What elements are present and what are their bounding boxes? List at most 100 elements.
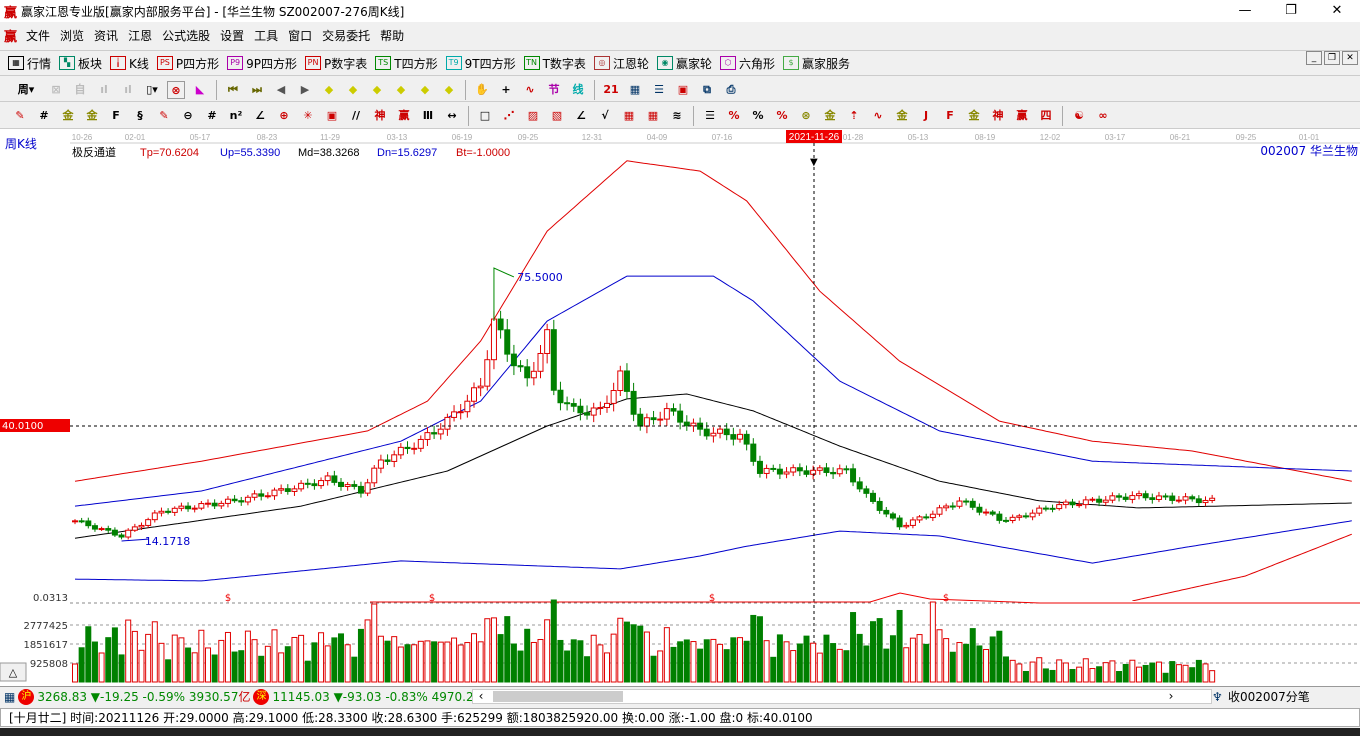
cycle-icon[interactable]: 线 bbox=[569, 81, 587, 99]
gold2-tool-icon[interactable]: 金 bbox=[83, 107, 101, 125]
zoom-out-icon[interactable]: ◆ bbox=[440, 81, 458, 99]
toolbar-button[interactable]: ▚ 板块 bbox=[59, 55, 102, 72]
chart3-icon[interactable]: ıl bbox=[95, 81, 113, 99]
toolbar-button[interactable]: $ 赢家服务 bbox=[782, 55, 850, 72]
menu-item[interactable]: 设置 bbox=[215, 27, 249, 44]
gold6-tool-icon[interactable]: 金 bbox=[965, 107, 983, 125]
n2-tool-icon[interactable]: n² bbox=[227, 107, 245, 125]
period-dropdown[interactable]: 周▾ bbox=[11, 81, 41, 99]
move-right-icon[interactable]: ◆ bbox=[344, 81, 362, 99]
pen-tool-icon[interactable]: ✎ bbox=[11, 107, 29, 125]
close-button[interactable]: ✕ bbox=[1314, 0, 1360, 22]
infinity-tool-icon[interactable]: ∞ bbox=[1094, 107, 1112, 125]
list-tool-icon[interactable]: ☰ bbox=[701, 107, 719, 125]
calculator-icon[interactable]: ▦ bbox=[626, 81, 644, 99]
fan-tool-icon[interactable]: ⋰ bbox=[500, 107, 518, 125]
gold1-tool-icon[interactable]: 金 bbox=[59, 107, 77, 125]
para-tool-icon[interactable]: ≋ bbox=[668, 107, 686, 125]
box3-tool-icon[interactable]: ▧ bbox=[548, 107, 566, 125]
move-left-icon[interactable]: ◆ bbox=[320, 81, 338, 99]
expand-icon[interactable]: ◆ bbox=[368, 81, 386, 99]
next-icon[interactable]: ▶ bbox=[296, 81, 314, 99]
toolbar-button[interactable]: ╽ K线 bbox=[110, 55, 149, 72]
calendar-icon[interactable]: 21 bbox=[602, 81, 620, 99]
quotes-table-icon[interactable]: ▦ bbox=[4, 690, 15, 704]
overlay-icon[interactable]: ⊠ bbox=[47, 81, 65, 99]
save-icon[interactable]: ▣ bbox=[674, 81, 692, 99]
self-select-icon[interactable]: 自 bbox=[71, 81, 89, 99]
grid2-tool-icon[interactable]: ▦ bbox=[620, 107, 638, 125]
j-tool-icon[interactable]: J bbox=[917, 107, 935, 125]
maximize-button[interactable]: ❐ bbox=[1268, 0, 1314, 22]
rocket-tool-icon[interactable]: ⇡ bbox=[845, 107, 863, 125]
notes-icon[interactable]: ☰ bbox=[650, 81, 668, 99]
zoom-in-icon[interactable]: ◆ bbox=[416, 81, 434, 99]
god2-tool-icon[interactable]: 神 bbox=[989, 107, 1007, 125]
toolbar-button[interactable]: ▦ 行情 bbox=[8, 55, 51, 72]
gold3-tool-icon[interactable]: ⊛ bbox=[797, 107, 815, 125]
restore-right-icon[interactable]: ⊗ bbox=[167, 80, 185, 99]
menu-item[interactable]: 帮助 bbox=[375, 27, 409, 44]
ticker-scrollbar[interactable]: ‹ › bbox=[472, 689, 1212, 704]
menu-item[interactable]: 交易委托 bbox=[317, 27, 375, 44]
section-icon[interactable]: 节 bbox=[545, 81, 563, 99]
print-icon[interactable]: ⎙ bbox=[722, 81, 740, 99]
width-tool-icon[interactable]: ↔ bbox=[443, 107, 461, 125]
network-icon[interactable]: ⧉ bbox=[698, 81, 716, 99]
toolbar-button[interactable]: PS P四方形 bbox=[156, 55, 219, 72]
spiral-tool-icon[interactable]: § bbox=[131, 107, 149, 125]
kline-chart[interactable]: 10-26 02-01 05-17 08-23 11-29 03-13 06-19 09-25… bbox=[0, 128, 1360, 686]
menu-item[interactable]: 窗口 bbox=[283, 27, 317, 44]
scroll-right-icon[interactable]: › bbox=[1163, 690, 1179, 703]
last-icon[interactable]: ⏭ bbox=[248, 81, 266, 99]
minimize-button[interactable]: — bbox=[1222, 0, 1268, 22]
toolbar-button[interactable]: P9 9P四方形 bbox=[227, 55, 297, 72]
tick-data-label[interactable]: 收002007分笔 bbox=[1228, 688, 1310, 705]
pct3-tool-icon[interactable]: % bbox=[773, 107, 791, 125]
toolbar-button[interactable]: T9 9T四方形 bbox=[445, 55, 516, 72]
f2-tool-icon[interactable]: F bbox=[941, 107, 959, 125]
winner-tool-icon[interactable]: 赢 bbox=[395, 107, 413, 125]
menu-item[interactable]: 工具 bbox=[249, 27, 283, 44]
menu-item[interactable]: 浏览 bbox=[55, 27, 89, 44]
scroll-left-icon[interactable]: ‹ bbox=[473, 690, 489, 703]
toolbar-button[interactable]: TN T数字表 bbox=[523, 55, 586, 72]
prev-icon[interactable]: ◀ bbox=[272, 81, 290, 99]
menu-item[interactable]: 江恩 bbox=[123, 27, 157, 44]
menu-item[interactable]: 资讯 bbox=[89, 27, 123, 44]
grid3-tool-icon[interactable]: ▦ bbox=[644, 107, 662, 125]
vline-tool-icon[interactable]: √ bbox=[596, 107, 614, 125]
box2-tool-icon[interactable]: ▨ bbox=[524, 107, 542, 125]
four-tool-icon[interactable]: 四 bbox=[1037, 107, 1055, 125]
star-tool-icon[interactable]: ✳ bbox=[299, 107, 317, 125]
toolbar-button[interactable]: PN P数字表 bbox=[305, 55, 367, 72]
gold4-tool-icon[interactable]: 金 bbox=[821, 107, 839, 125]
table-tool-icon[interactable]: Ⅲ bbox=[419, 107, 437, 125]
angle2-tool-icon[interactable]: ∠ bbox=[572, 107, 590, 125]
box-tool-icon[interactable]: ▣ bbox=[323, 107, 341, 125]
toolbar-button[interactable]: ◉ 赢家轮 bbox=[656, 55, 712, 72]
pct2-tool-icon[interactable]: % bbox=[749, 107, 767, 125]
line-tool-icon[interactable]: ∿ bbox=[521, 81, 539, 99]
toolbar-button[interactable]: ◎ 江恩轮 bbox=[593, 55, 649, 72]
shrink-icon[interactable]: ◆ bbox=[392, 81, 410, 99]
god-tool-icon[interactable]: 神 bbox=[371, 107, 389, 125]
volume-profile-icon[interactable]: ◣ bbox=[191, 81, 209, 99]
fib-tool-icon[interactable]: F bbox=[107, 107, 125, 125]
first-icon[interactable]: ⏮ bbox=[224, 81, 242, 99]
circle-tool-icon[interactable]: ⊖ bbox=[179, 107, 197, 125]
menu-item[interactable]: 公式选股 bbox=[157, 27, 215, 44]
toolbar-button[interactable]: ⬡ 六角形 bbox=[719, 55, 775, 72]
candle-style-icon[interactable]: ▯▾ bbox=[143, 81, 161, 99]
target-tool-icon[interactable]: ⊕ bbox=[275, 107, 293, 125]
menu-item[interactable]: 文件 bbox=[21, 27, 55, 44]
hash-tool-icon[interactable]: # bbox=[203, 107, 221, 125]
yinyang-tool-icon[interactable]: ☯ bbox=[1070, 107, 1088, 125]
scroll-thumb[interactable] bbox=[493, 691, 623, 702]
toolbar-button[interactable]: TS T四方形 bbox=[375, 55, 438, 72]
crosshair-icon[interactable]: + bbox=[497, 81, 515, 99]
rect-tool-icon[interactable]: □ bbox=[476, 107, 494, 125]
winner2-tool-icon[interactable]: 赢 bbox=[1013, 107, 1031, 125]
hand-icon[interactable]: ✋ bbox=[473, 81, 491, 99]
chart-canvas[interactable]: 10-26 02-01 05-17 08-23 11-29 03-13 06-19 09-25… bbox=[0, 129, 1360, 687]
